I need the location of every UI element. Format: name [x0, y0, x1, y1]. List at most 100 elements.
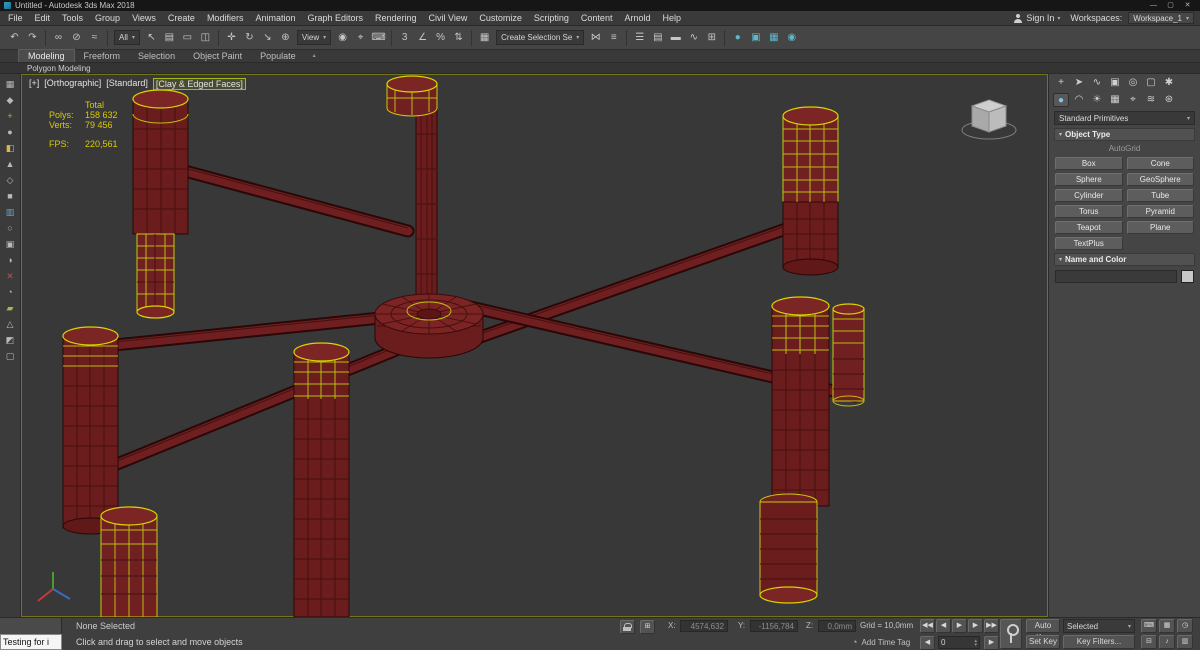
next-key-button[interactable]: ▶	[968, 619, 983, 633]
set-key-button[interactable]: Set Key	[1026, 635, 1060, 649]
viewport-shading-menu[interactable]: [Clay & Edged Faces]	[152, 78, 246, 90]
menu-graph-editors[interactable]: Graph Editors	[301, 11, 369, 25]
select-by-name-icon[interactable]: ▤	[161, 29, 178, 46]
material-editor-icon[interactable]: ●	[729, 29, 746, 46]
menu-scripting[interactable]: Scripting	[528, 11, 575, 25]
ribbon-tool-icon[interactable]: ●	[2, 125, 18, 139]
y-coordinate-field[interactable]: -1156,784	[750, 620, 798, 632]
rectangular-selection-region-icon[interactable]: ▭	[179, 29, 196, 46]
previous-frame-button[interactable]: ◀	[920, 636, 935, 650]
select-and-rotate-icon[interactable]: ↻	[241, 29, 258, 46]
buoy-column-lower-right[interactable]	[759, 296, 830, 604]
key-filters-button[interactable]: Key Filters...	[1063, 635, 1135, 649]
buoy-arm-upper-left[interactable]	[163, 160, 415, 238]
tab-object-paint[interactable]: Object Paint	[184, 50, 251, 62]
ribbon-tool-icon[interactable]: ▲	[2, 157, 18, 171]
primitives-dropdown[interactable]: Standard Primitives ▾	[1054, 111, 1195, 125]
redo-icon[interactable]: ↷	[24, 29, 41, 46]
maxscript-mini-listener-input[interactable]: Testing for i	[0, 634, 62, 650]
menu-customize[interactable]: Customize	[473, 11, 528, 25]
select-and-link-icon[interactable]: ∞	[50, 29, 67, 46]
motion-tab-icon[interactable]: ◎	[1125, 76, 1141, 90]
spinner-down-icon[interactable]: ▾	[974, 642, 977, 647]
box-button[interactable]: Box	[1055, 157, 1123, 170]
viewport[interactable]: [+] [Orthographic] [Standard] [Clay & Ed…	[21, 74, 1048, 617]
minimize-button[interactable]: —	[1145, 0, 1162, 11]
ribbon-tool-icon[interactable]: ▣	[2, 237, 18, 251]
viewport-style-menu[interactable]: [Standard]	[106, 78, 148, 90]
object-name-field[interactable]	[1055, 270, 1177, 283]
buoy-arm-lower-left[interactable]	[93, 337, 418, 478]
tab-populate[interactable]: Populate	[251, 50, 305, 62]
menu-content[interactable]: Content	[575, 11, 619, 25]
ribbon-tool-icon[interactable]: +	[2, 109, 18, 123]
select-and-manipulate-icon[interactable]: ⌖	[352, 29, 369, 46]
buoy-arm-left[interactable]	[88, 310, 397, 354]
buoy-small-cylinder-right[interactable]	[832, 303, 865, 407]
sphere-button[interactable]: Sphere	[1055, 173, 1123, 186]
buoy-column-upper-right[interactable]	[782, 106, 839, 276]
pyramid-button[interactable]: Pyramid	[1126, 205, 1194, 218]
tab-modeling[interactable]: Modeling	[18, 49, 75, 62]
autogrid-toggle[interactable]: AutoGrid	[1049, 143, 1200, 155]
layer-explorer-icon[interactable]: ▤	[649, 29, 666, 46]
grab-viewport-icon[interactable]: ▥	[1177, 635, 1193, 649]
goto-end-button[interactable]: ▶▶	[984, 619, 999, 633]
ribbon-tool-icon[interactable]: ▰	[2, 301, 18, 315]
teapot-button[interactable]: Teapot	[1055, 221, 1123, 234]
select-and-scale-icon[interactable]: ↘	[259, 29, 276, 46]
menu-civil-view[interactable]: Civil View	[423, 11, 474, 25]
buoy-arm-upper-right[interactable]	[448, 217, 807, 353]
time-configuration-icon[interactable]: ◷	[1177, 619, 1193, 633]
menu-arnold[interactable]: Arnold	[618, 11, 656, 25]
geosphere-button[interactable]: GeoSphere	[1126, 173, 1194, 186]
named-selection-sets-icon[interactable]: ▦	[476, 29, 493, 46]
unlink-selection-icon[interactable]: ⊘	[68, 29, 85, 46]
current-frame-field[interactable]: 0 ▴ ▾	[938, 636, 980, 649]
ribbon-toggle-icon[interactable]: ▬	[667, 29, 684, 46]
reference-coordinate-dropdown[interactable]: View ▾	[296, 30, 332, 45]
object-color-swatch[interactable]	[1181, 270, 1194, 283]
scene-explorer-icon[interactable]: ☰	[631, 29, 648, 46]
menu-edit[interactable]: Edit	[29, 11, 57, 25]
create-selection-set-dropdown[interactable]: Create Selection Se ▾	[496, 30, 585, 45]
plane-button[interactable]: Plane	[1126, 221, 1194, 234]
cameras-category-icon[interactable]: ▦	[1107, 93, 1123, 107]
previous-key-button[interactable]: ◀	[936, 619, 951, 633]
plus-icon[interactable]: +	[1053, 76, 1069, 90]
selection-filter-dropdown[interactable]: All ▾	[114, 30, 140, 45]
torus-button[interactable]: Torus	[1055, 205, 1123, 218]
snaps-toggle-icon[interactable]: 3	[396, 29, 413, 46]
set-keys-button[interactable]	[1000, 619, 1022, 649]
select-object-icon[interactable]: ↖	[143, 29, 160, 46]
mirror-icon[interactable]: ⋈	[587, 29, 604, 46]
ribbon-tool-icon[interactable]: ○	[2, 221, 18, 235]
open-listener-icon[interactable]: ⊟	[1141, 635, 1157, 649]
menu-tools[interactable]: Tools	[56, 11, 89, 25]
menu-modifiers[interactable]: Modifiers	[201, 11, 250, 25]
sign-in-button[interactable]: Sign In ▾	[1010, 13, 1064, 23]
x-coordinate-field[interactable]: 4574,632	[680, 620, 728, 632]
ribbon-tool-icon[interactable]: ◔	[2, 285, 18, 299]
ribbon-tool-icon[interactable]: △	[2, 317, 18, 331]
buoy-column-top-left[interactable]	[132, 89, 189, 319]
name-color-rollout-header[interactable]: ▾ Name and Color	[1054, 253, 1195, 266]
polygon-modeling-strip[interactable]: Polygon Modeling	[0, 62, 1200, 74]
keyboard-shortcut-toggle-icon[interactable]: ⌨	[1141, 619, 1157, 633]
buoy-center-cap[interactable]	[386, 75, 438, 117]
cylinder-button[interactable]: Cylinder	[1055, 189, 1123, 202]
close-button[interactable]: ✕	[1179, 0, 1196, 11]
ribbon-tool-icon[interactable]: ◆	[2, 93, 18, 107]
window-crossing-icon[interactable]: ◫	[197, 29, 214, 46]
goto-start-button[interactable]: ◀◀	[920, 619, 935, 633]
add-time-tag[interactable]: ◔ Add Time Tag	[852, 637, 910, 647]
menu-create[interactable]: Create	[162, 11, 201, 25]
render-production-icon[interactable]: ◉	[783, 29, 800, 46]
percent-snap-icon[interactable]: %	[432, 29, 449, 46]
tab-freeform[interactable]: Freeform	[75, 50, 130, 62]
maximize-button[interactable]: ▢	[1162, 0, 1179, 11]
buoy-column-left[interactable]	[62, 326, 119, 535]
menu-group[interactable]: Group	[89, 11, 126, 25]
ribbon-tool-icon[interactable]: ◩	[2, 333, 18, 347]
ribbon-tool-icon[interactable]: ▥	[2, 205, 18, 219]
